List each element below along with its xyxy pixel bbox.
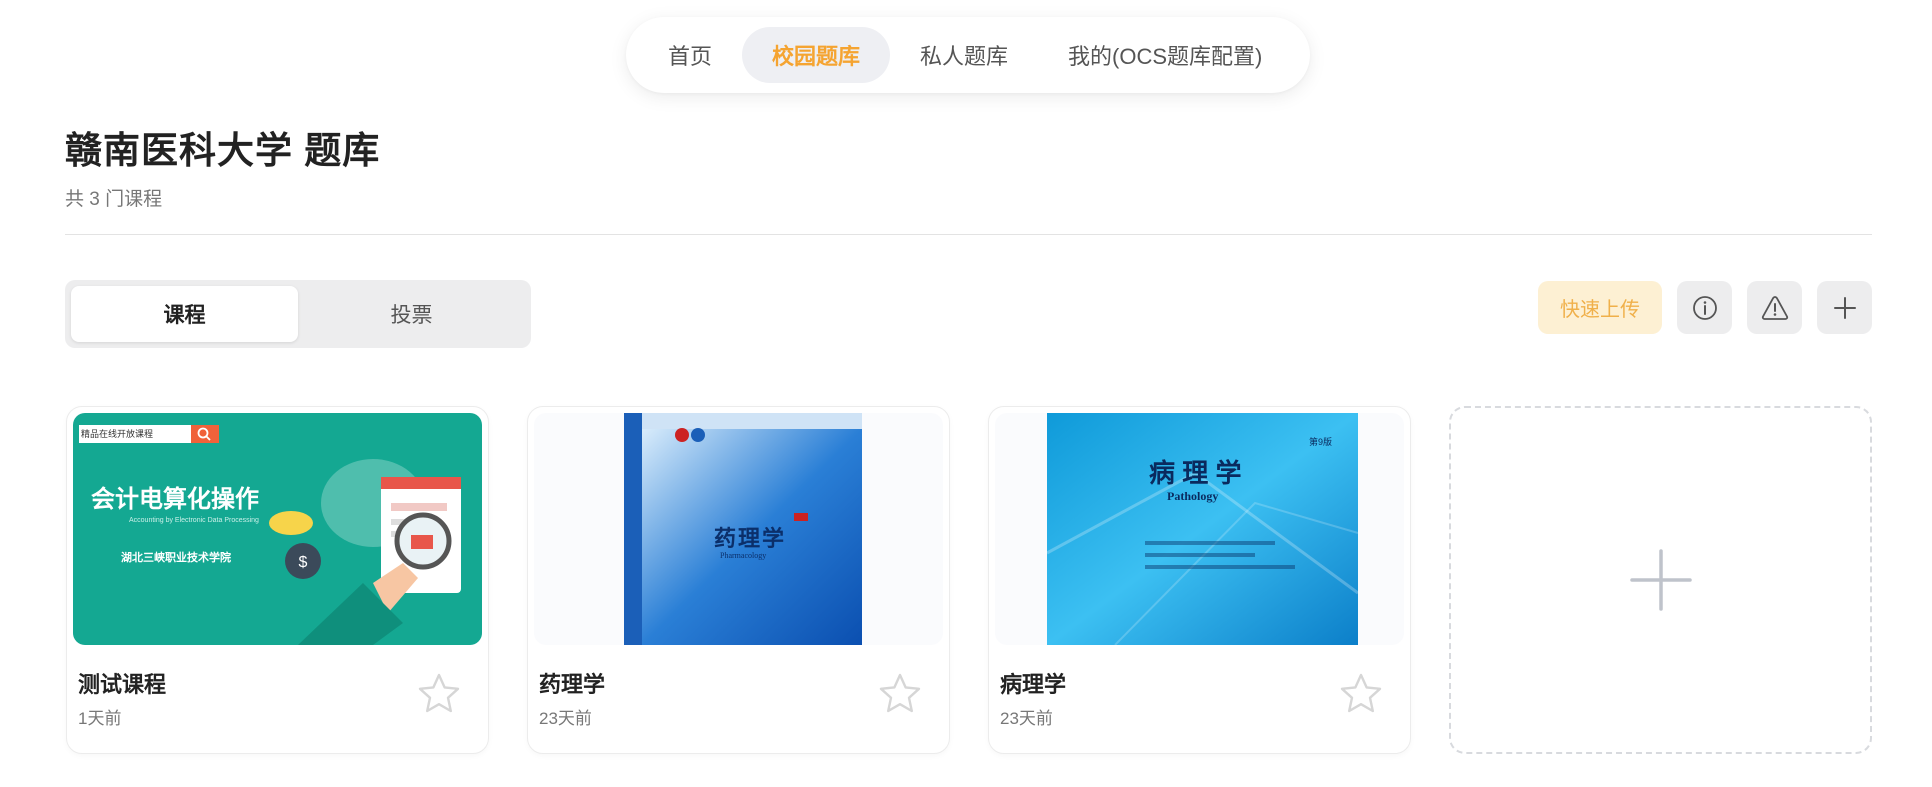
cover-subtitle: Accounting by Electronic Data Processing — [129, 517, 259, 524]
segment-control: 课程 投票 — [65, 280, 531, 348]
divider — [65, 234, 1872, 235]
course-card[interactable]: $ 精品在线开放课程 会计电算化操作 Accounting by Electro… — [66, 406, 489, 754]
course-cover: 病 理 学 Pathology 第9版 — [995, 413, 1404, 645]
course-updated-time: 23天前 — [1000, 709, 1053, 728]
course-updated-time: 1天前 — [78, 709, 122, 728]
cover-school: 湖北三峡职业技术学院 — [121, 552, 231, 564]
top-nav: 首页 校园题库 私人题库 我的(OCS题库配置) — [626, 17, 1310, 93]
plus-icon — [1629, 549, 1692, 611]
toolbar-actions: 快速上传 — [1538, 281, 1872, 334]
star-icon[interactable] — [416, 671, 462, 717]
quick-upload-button[interactable]: 快速上传 — [1538, 281, 1662, 334]
tab-courses[interactable]: 课程 — [71, 286, 298, 342]
svg-text:$: $ — [299, 554, 308, 571]
nav-private-bank[interactable]: 私人题库 — [890, 27, 1038, 83]
course-cover: $ 精品在线开放课程 会计电算化操作 Accounting by Electro… — [73, 413, 482, 645]
add-course-card[interactable] — [1449, 406, 1872, 754]
cover-subtitle: Pharmacology — [720, 551, 767, 560]
tab-votes[interactable]: 投票 — [298, 286, 525, 342]
nav-home[interactable]: 首页 — [638, 27, 742, 83]
course-count: 共 3 门课程 — [65, 189, 163, 210]
course-card[interactable]: 药理学 Pharmacology 药理学 23天前 — [527, 406, 950, 754]
warning-icon — [1761, 295, 1788, 320]
course-updated-time: 23天前 — [539, 709, 592, 728]
cover-subtitle: Pathology — [1167, 489, 1219, 503]
cover-title: 病 理 学 — [1149, 458, 1242, 488]
add-button[interactable] — [1817, 281, 1872, 334]
course-grid: $ 精品在线开放课程 会计电算化操作 Accounting by Electro… — [66, 406, 1872, 754]
nav-campus-bank[interactable]: 校园题库 — [742, 27, 891, 83]
page-title: 赣南医科大学 题库 — [65, 130, 381, 171]
course-cover: 药理学 Pharmacology — [534, 413, 943, 645]
nav-my-ocs-config[interactable]: 我的(OCS题库配置) — [1038, 27, 1292, 83]
course-name: 药理学 — [539, 672, 606, 697]
report-button[interactable] — [1747, 281, 1802, 334]
cover-title: 会计电算化操作 — [91, 486, 259, 513]
info-button[interactable] — [1677, 281, 1732, 334]
plus-icon — [1833, 296, 1856, 319]
cover-edition: 第9版 — [1309, 437, 1333, 447]
course-name: 测试课程 — [78, 672, 167, 697]
cover-badge: 精品在线开放课程 — [81, 429, 154, 439]
star-icon[interactable] — [877, 671, 923, 717]
cover-title: 药理学 — [714, 526, 787, 551]
course-name: 病理学 — [1000, 672, 1067, 697]
course-card[interactable]: 病 理 学 Pathology 第9版 病理学 23天前 — [988, 406, 1411, 754]
info-icon — [1692, 295, 1717, 320]
cover-illustration: $ — [79, 425, 461, 645]
cover-illustration — [1046, 413, 1359, 645]
star-icon[interactable] — [1338, 671, 1384, 717]
